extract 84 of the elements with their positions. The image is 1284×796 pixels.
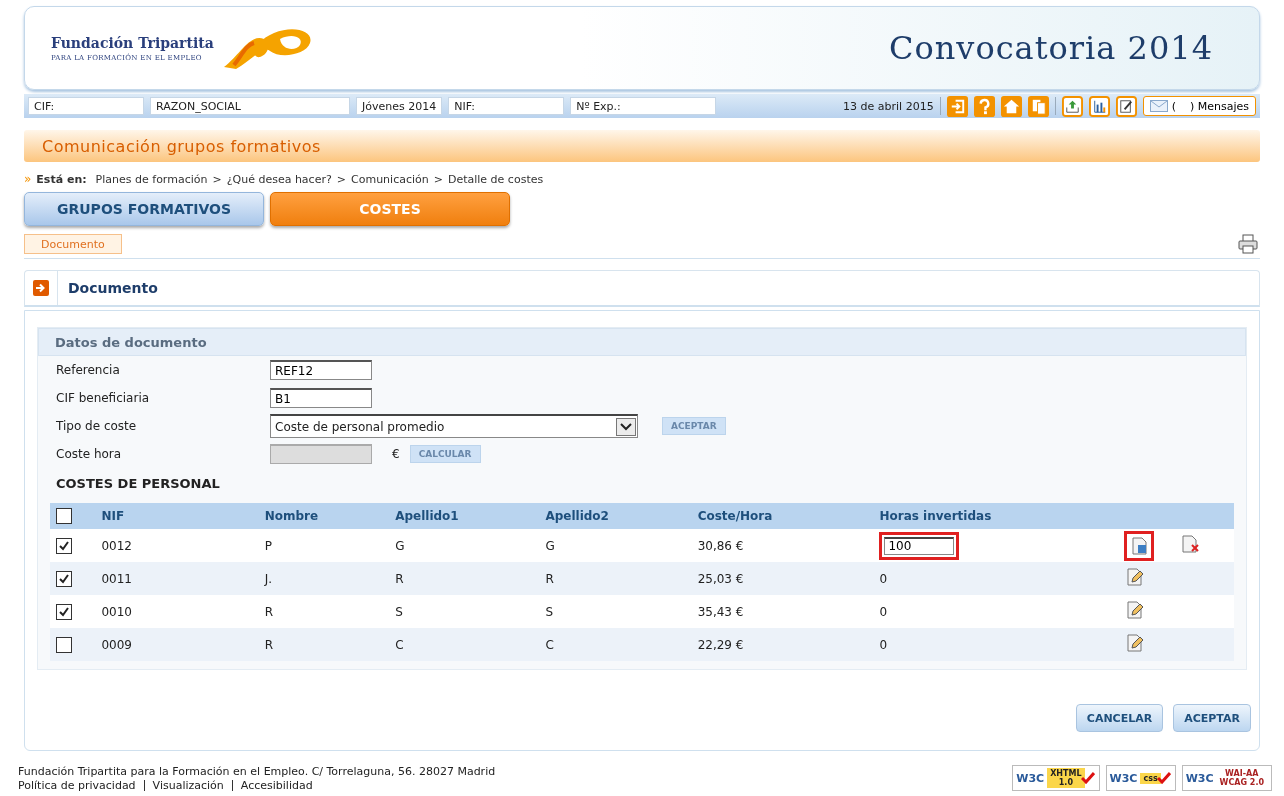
envelope-icon	[1149, 100, 1168, 112]
column-header: Nombre	[264, 509, 319, 523]
breadcrumb-marker: »	[24, 172, 32, 186]
footer-link[interactable]: Visualización	[152, 779, 224, 792]
table-cell: S	[545, 604, 554, 619]
action-button[interactable]: CANCELAR	[1075, 704, 1164, 732]
table-title: COSTES DE PERSONAL	[55, 475, 221, 493]
section-title: Documento	[68, 280, 158, 296]
table-cell: G	[545, 538, 555, 553]
tab[interactable]: GRUPOS FORMATIVOS	[24, 192, 264, 226]
upload-icon[interactable]	[1061, 95, 1083, 117]
table-cell: R	[264, 637, 274, 652]
table-cell: 0	[879, 604, 888, 619]
hours-input[interactable]: 100	[884, 536, 955, 555]
table-cell: 0	[879, 571, 888, 586]
arrow-right-icon	[33, 280, 49, 296]
breadcrumb-link[interactable]: ¿Qué desea hacer?	[226, 172, 332, 186]
column-header: Horas invertidas	[879, 509, 992, 523]
table-cell: R	[264, 604, 274, 619]
field-label: Coste hora	[56, 447, 123, 461]
column-header: NIF	[101, 509, 125, 523]
delete-icon[interactable]	[1179, 534, 1200, 554]
checkbox[interactable]	[56, 603, 72, 620]
edit-icon[interactable]	[1124, 567, 1145, 587]
breadcrumb-link[interactable]: Planes de formación	[95, 172, 208, 186]
table-cell: 0	[879, 637, 888, 652]
dropdown-field[interactable]: Coste de personal promedio	[270, 414, 638, 438]
column-header: Apellido2	[545, 509, 609, 523]
table-cell: 30,86 €	[697, 538, 744, 553]
text-field[interactable]: REF12	[270, 360, 372, 380]
edit-icon[interactable]	[1124, 633, 1145, 653]
date-text: 13 de abril 2015	[843, 99, 934, 113]
field-label: CIF beneficiaria	[56, 391, 151, 405]
table-cell: 35,43 €	[697, 604, 744, 619]
currency-symbol: €	[392, 447, 400, 461]
table-cell: R	[545, 571, 554, 586]
form-title: Datos de documento	[55, 334, 207, 350]
breadcrumb-separator: >	[433, 172, 443, 186]
footer-link[interactable]: Política de privacidad	[18, 779, 136, 792]
info-field: Nº Exp.:	[570, 97, 717, 115]
edit-icon[interactable]	[1115, 95, 1137, 117]
checkbox[interactable]	[56, 537, 72, 554]
table-cell: C	[395, 637, 404, 652]
field-label: Referencia	[56, 363, 121, 377]
checkbox[interactable]	[56, 570, 72, 587]
dropdown-caret-icon	[616, 417, 636, 436]
field-label: Tipo de coste	[56, 419, 138, 433]
table-cell: 0010	[101, 604, 132, 619]
table-cell: P	[264, 538, 272, 553]
breadcrumb-separator: >	[212, 172, 222, 186]
info-field: NIF:	[448, 97, 565, 115]
footer-address: Fundación Tripartita para la Formación en el Empleo. C/ Torrelaguna, 56. 28027 Madrid	[18, 765, 496, 778]
page-banner-title: Convocatoria 2014	[888, 29, 1213, 67]
info-field: CIF:	[28, 97, 144, 115]
column-header: Coste/Hora	[697, 509, 773, 523]
messages-button[interactable]: ( ) Mensajes	[1142, 96, 1256, 116]
chart-icon[interactable]	[1088, 95, 1110, 117]
breadcrumb-label: Está en:	[36, 172, 87, 186]
info-field: RAZON_SOCIAL	[150, 97, 350, 115]
action-button[interactable]: ACEPTAR	[1173, 704, 1251, 732]
printer-icon[interactable]	[1238, 234, 1258, 254]
org-name: Fundación Tripartita	[51, 34, 214, 51]
checkbox[interactable]	[56, 508, 72, 524]
validation-badge[interactable]: W3C css	[1105, 765, 1176, 791]
text-field[interactable]: B1	[270, 388, 372, 408]
table-cell: 0011	[101, 571, 132, 586]
breadcrumb-link[interactable]: Comunicación	[351, 172, 429, 186]
info-field: Jóvenes 2014	[356, 97, 443, 115]
footer-link[interactable]: Accesibilidad	[240, 779, 313, 792]
table-cell: 25,03 €	[697, 571, 744, 586]
column-header: Apellido1	[395, 509, 459, 523]
table-cell: 22,29 €	[697, 637, 744, 652]
table-cell: C	[545, 637, 554, 652]
table-cell: G	[395, 538, 405, 553]
table-cell: 0012	[101, 538, 132, 553]
page-title: Comunicación grupos formativos	[42, 136, 321, 156]
table-cell: S	[395, 604, 403, 619]
edit-icon[interactable]	[1124, 600, 1145, 620]
breadcrumb-link[interactable]: Detalle de costes	[447, 172, 544, 186]
checkbox[interactable]	[56, 636, 72, 653]
breadcrumb-separator: >	[336, 172, 346, 186]
table-cell: R	[395, 571, 404, 586]
table-cell: J.	[264, 571, 273, 586]
table-cell: 0009	[101, 637, 132, 652]
